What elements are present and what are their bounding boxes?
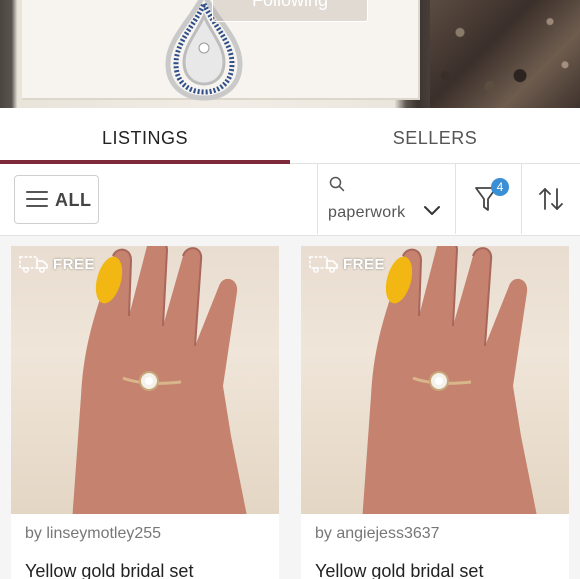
filter-button[interactable]: 4 (456, 164, 522, 234)
hand-ring-image (72, 246, 247, 514)
hand-ring-image (362, 246, 537, 514)
listing-card[interactable]: FREE by angiejess3637 Yellow gold bridal… (301, 246, 569, 579)
truck-icon (19, 256, 48, 273)
sort-icon (539, 188, 563, 210)
sort-button[interactable] (522, 164, 580, 234)
listing-title[interactable]: Yellow gold bridal set (25, 561, 193, 579)
category-all-button[interactable]: ALL (14, 175, 99, 224)
listing-card[interactable]: FREE by linseymotley255 Yellow gold brid… (11, 246, 279, 579)
shipping-badge: FREE (19, 254, 95, 274)
shipping-badge: FREE (309, 254, 385, 274)
shipping-label: FREE (343, 255, 386, 273)
tab-sellers[interactable]: SELLERS (290, 108, 580, 164)
following-button[interactable]: Following (212, 0, 368, 22)
listing-photo[interactable]: FREE (301, 246, 569, 514)
profile-tabs: LISTINGS SELLERS (0, 108, 580, 164)
seller-username[interactable]: by linseymotley255 (25, 525, 161, 543)
search-dropdown[interactable]: paperwork (318, 164, 454, 234)
seller-username[interactable]: by angiejess3637 (315, 525, 440, 543)
menu-icon (26, 191, 48, 209)
chevron-down-icon (424, 206, 440, 215)
truck-icon (309, 256, 338, 273)
banner-granite (430, 0, 580, 108)
search-term: paperwork (328, 204, 406, 221)
filter-bar: ALL paperwork 4 (0, 164, 580, 236)
shipping-label: FREE (53, 255, 96, 273)
listing-photo[interactable]: FREE (11, 246, 279, 514)
tab-listings[interactable]: LISTINGS (0, 108, 290, 164)
cover-banner: Following (0, 0, 580, 108)
filter-count-badge: 4 (491, 178, 509, 196)
category-label: ALL (55, 190, 92, 210)
listing-title[interactable]: Yellow gold bridal set (315, 561, 483, 579)
search-icon (329, 176, 345, 192)
